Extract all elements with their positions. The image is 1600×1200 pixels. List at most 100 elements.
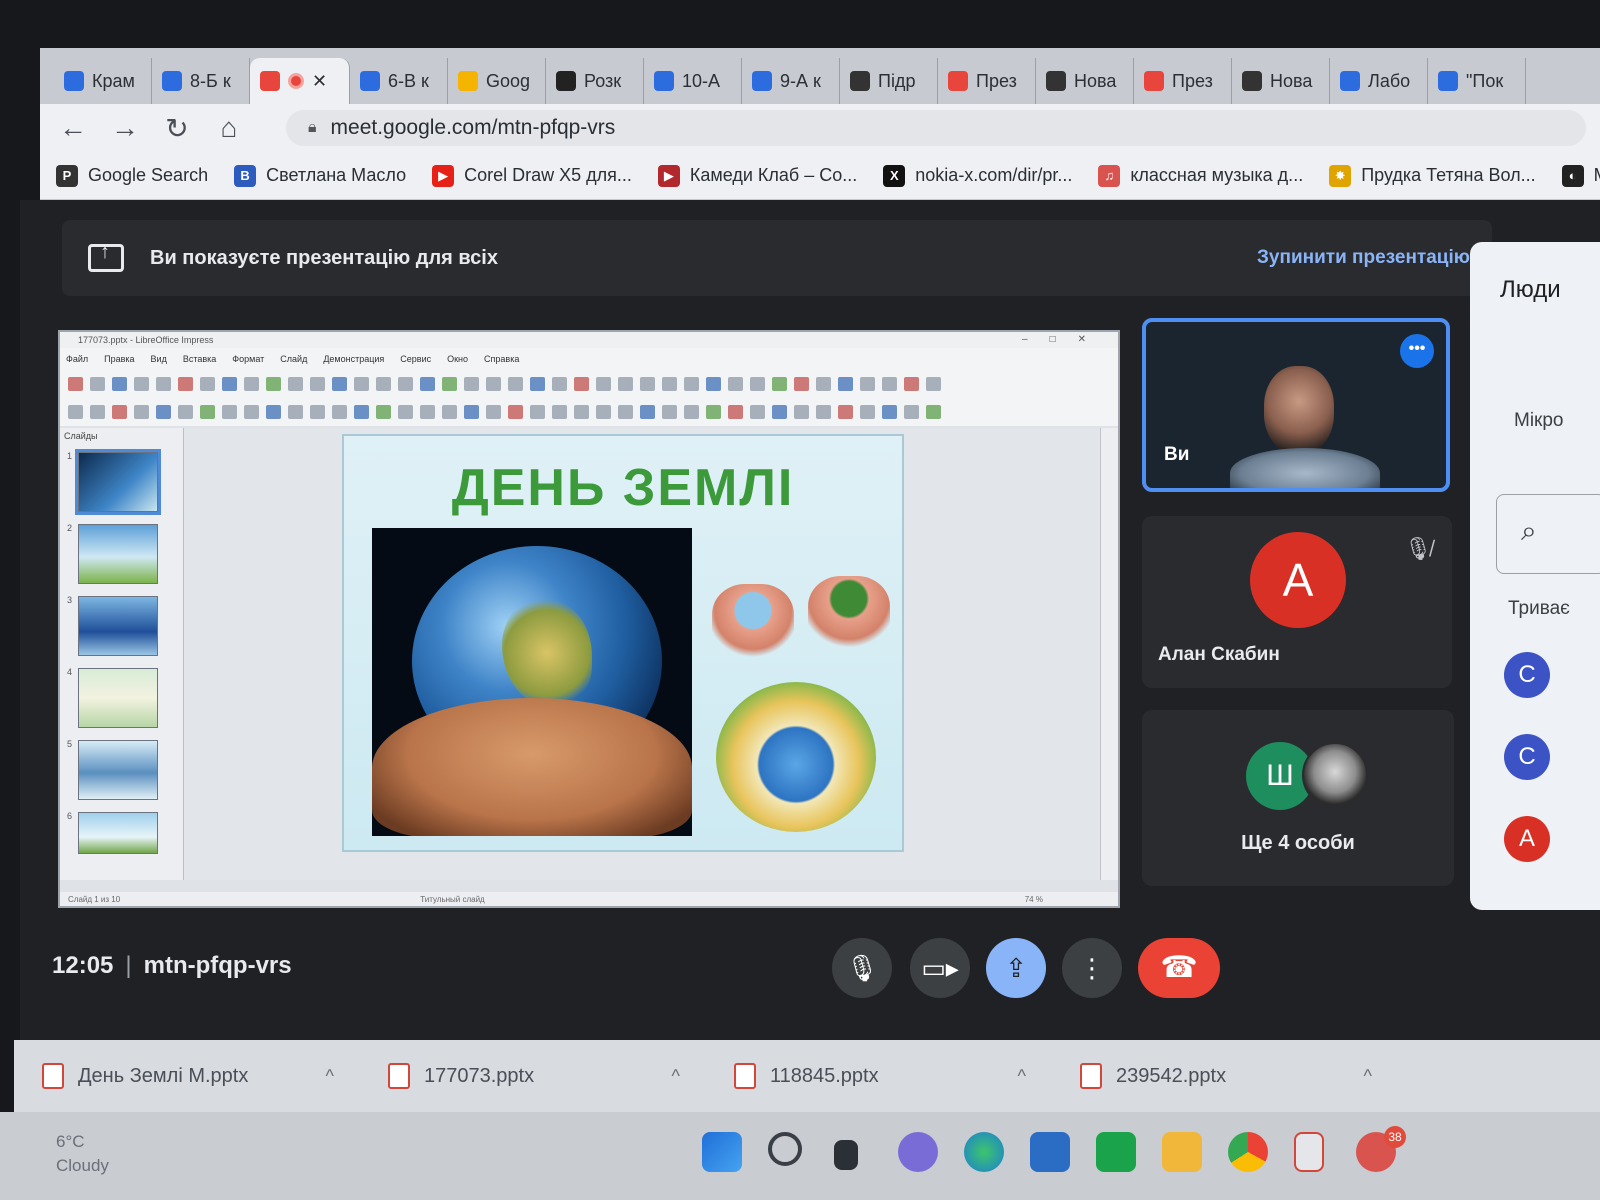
slide-thumbnail[interactable]: 2 (67, 523, 158, 584)
toolbar-tool-icon[interactable] (882, 377, 897, 391)
toolbar-tool-icon[interactable] (750, 405, 765, 419)
toolbar-tool-icon[interactable] (640, 377, 655, 391)
toolbar-tool-icon[interactable] (178, 377, 193, 391)
browser-tab[interactable]: През (1134, 58, 1232, 104)
app-l-icon[interactable] (1096, 1132, 1136, 1172)
toolbar-tool-icon[interactable] (420, 377, 435, 391)
toolbar-tool-icon[interactable] (684, 405, 699, 419)
toolbar-tool-icon[interactable] (222, 377, 237, 391)
chevron-up-icon[interactable]: ^ (1364, 1066, 1372, 1087)
browser-tab[interactable]: 9-А к (742, 58, 840, 104)
download-item[interactable]: День Землі М.pptx ^ (14, 1063, 360, 1089)
download-item[interactable]: 118845.pptx ^ (706, 1063, 1052, 1089)
browser-tab[interactable]: Нова (1036, 58, 1134, 104)
toolbar-tool-icon[interactable] (596, 405, 611, 419)
url-text[interactable]: meet.google.com/mtn-pfqp-vrs (331, 116, 616, 140)
toolbar-tool-icon[interactable] (926, 405, 941, 419)
file-explorer-icon[interactable] (1162, 1132, 1202, 1172)
search-icon[interactable] (768, 1132, 802, 1166)
toolbar-tool-icon[interactable] (90, 405, 105, 419)
impress-menu-item[interactable]: Окно (447, 354, 468, 364)
weather-widget[interactable]: 6°C Cloudy (56, 1130, 109, 1178)
slide-thumbnail[interactable]: 4 (67, 667, 158, 728)
toolbar-tool-icon[interactable] (750, 377, 765, 391)
toolbar-tool-icon[interactable] (200, 377, 215, 391)
browser-tab[interactable]: 10-А (644, 58, 742, 104)
toolbar-tool-icon[interactable] (816, 405, 831, 419)
home-icon[interactable]: ⌂ (214, 112, 244, 144)
close-tab-icon[interactable]: ✕ (312, 71, 327, 92)
bookmark-item[interactable]: B Светлана Масло (234, 164, 406, 187)
self-video-tile[interactable]: Ви ••• (1142, 318, 1450, 492)
chevron-up-icon[interactable]: ^ (326, 1066, 334, 1087)
toolbar-tool-icon[interactable] (68, 405, 83, 419)
toolbar-tool-icon[interactable] (574, 377, 589, 391)
hang-up-button[interactable]: ☎︎ (1138, 938, 1220, 998)
browser-tab[interactable]: Підр (840, 58, 938, 104)
toolbar-tool-icon[interactable] (838, 405, 853, 419)
toolbar-tool-icon[interactable] (156, 405, 171, 419)
toolbar-tool-icon[interactable] (508, 377, 523, 391)
toolbar-tool-icon[interactable] (178, 405, 193, 419)
toolbar-tool-icon[interactable] (662, 377, 677, 391)
toolbar-tool-icon[interactable] (134, 377, 149, 391)
stop-presenting-button[interactable]: Зупинити презентацію (1257, 247, 1470, 269)
slide-thumbnail[interactable]: 5 (67, 739, 158, 800)
toolbar-tool-icon[interactable] (398, 405, 413, 419)
toolbar-tool-icon[interactable] (354, 377, 369, 391)
slide-thumbnail[interactable]: 3 (67, 595, 158, 656)
toolbar-tool-icon[interactable] (354, 405, 369, 419)
toolbar-tool-icon[interactable] (772, 377, 787, 391)
toolbar-tool-icon[interactable] (926, 377, 941, 391)
toolbar-tool-icon[interactable] (618, 377, 633, 391)
reload-icon[interactable]: ↻ (162, 112, 192, 145)
toolbar-tool-icon[interactable] (420, 405, 435, 419)
toolbar-tool-icon[interactable] (288, 405, 303, 419)
tab-active-meet[interactable]: ✕ (250, 58, 350, 104)
toolbar-tool-icon[interactable] (90, 377, 105, 391)
toolbar-tool-icon[interactable] (376, 377, 391, 391)
browser-tab[interactable]: 6-В к (350, 58, 448, 104)
more-options-icon[interactable]: ••• (1400, 334, 1434, 368)
bookmark-item[interactable]: ✸ Прудка Тетяна Вол... (1329, 164, 1536, 187)
participant-tile-alan[interactable]: А Алан Скабин 🎙︎̸ (1142, 516, 1452, 688)
toolbar-tool-icon[interactable] (244, 405, 259, 419)
toolbar-tool-icon[interactable] (464, 377, 479, 391)
toolbar-tool-icon[interactable] (574, 405, 589, 419)
toolbar-tool-icon[interactable] (464, 405, 479, 419)
toolbar-tool-icon[interactable] (662, 405, 677, 419)
chrome-icon[interactable] (1228, 1132, 1268, 1172)
toolbar-tool-icon[interactable] (486, 405, 501, 419)
toolbar-tool-icon[interactable] (772, 405, 787, 419)
toolbar-tool-icon[interactable] (200, 405, 215, 419)
slide-thumbnail[interactable]: 1 (67, 449, 161, 515)
toolbar-tool-icon[interactable] (112, 405, 127, 419)
toolbar-tool-icon[interactable] (134, 405, 149, 419)
toolbar-tool-icon[interactable] (618, 405, 633, 419)
chevron-up-icon[interactable]: ^ (1018, 1066, 1026, 1087)
browser-tab[interactable]: Goog (448, 58, 546, 104)
bookmark-item[interactable]: Xnokia-x.com/dir/pr... (883, 164, 1072, 187)
start-icon[interactable] (702, 1132, 742, 1172)
toolbar-tool-icon[interactable] (728, 377, 743, 391)
toolbar-tool-icon[interactable] (794, 405, 809, 419)
impress-menu-item[interactable]: Слайд (280, 354, 307, 364)
present-now-button[interactable]: ⇪ (986, 938, 1046, 998)
browser-tab[interactable]: Крам (54, 58, 152, 104)
current-slide[interactable]: ДЕНЬ ЗЕМЛІ (342, 434, 904, 852)
browser-tab[interactable]: Нова (1232, 58, 1330, 104)
impress-menu-item[interactable]: Правка (104, 354, 134, 364)
toolbar-tool-icon[interactable] (486, 377, 501, 391)
people-search-input[interactable]: ⌕ (1496, 494, 1600, 574)
edge-icon[interactable] (964, 1132, 1004, 1172)
bookmark-item[interactable]: ◐ MFM (1561, 164, 1600, 187)
toolbar-tool-icon[interactable] (442, 405, 457, 419)
toolbar-tool-icon[interactable] (398, 377, 413, 391)
toolbar-tool-icon[interactable] (244, 377, 259, 391)
forward-icon[interactable]: → (110, 112, 140, 144)
toolbar-tool-icon[interactable] (508, 405, 523, 419)
toolbar-tool-icon[interactable] (332, 405, 347, 419)
toolbar-tool-icon[interactable] (310, 377, 325, 391)
task-view-icon[interactable] (834, 1140, 858, 1170)
toolbar-tool-icon[interactable] (266, 405, 281, 419)
